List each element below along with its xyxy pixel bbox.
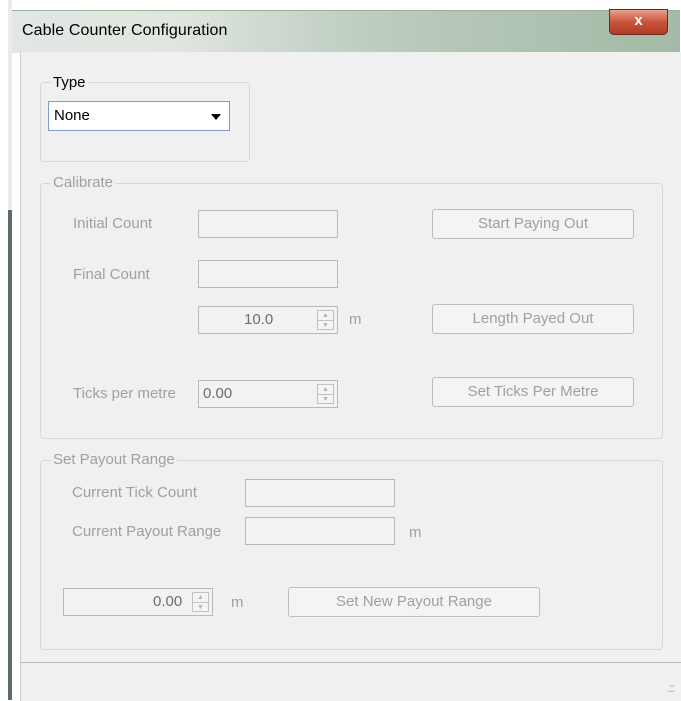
ticks-per-metre-label: Ticks per metre [73,385,176,402]
title-bar[interactable]: Cable Counter Configuration x [12,9,680,53]
length-value: 10.0 [244,311,274,328]
spin-up-icon[interactable]: ▲ [193,593,208,602]
spin-down-icon[interactable]: ▼ [318,320,333,330]
length-unit-label: m [349,311,362,328]
close-icon: x [634,12,643,29]
background-window-edge [0,0,12,700]
initial-count-field[interactable] [198,210,338,238]
close-button[interactable]: x [609,9,668,35]
type-group-label: Type [51,74,88,91]
new-payout-range-value: 0.00 [153,593,183,610]
type-dropdown-value: None [54,107,90,124]
window-title: Cable Counter Configuration [22,22,228,39]
spin-up-icon[interactable]: ▲ [318,311,333,320]
set-ticks-per-metre-button[interactable]: Set Ticks Per Metre [432,377,634,407]
resize-grip-icon[interactable]: .:: [667,681,675,695]
length-stepper[interactable]: 10.0 ▲ ▼ [198,306,338,334]
ticks-per-metre-stepper[interactable]: 0.00 ▲ ▼ [198,380,338,408]
final-count-label: Final Count [73,266,150,283]
current-payout-range-field[interactable] [245,517,395,545]
spin-down-icon[interactable]: ▼ [318,394,333,404]
status-bar: .:: [20,662,681,701]
ticks-spin-buttons[interactable]: ▲ ▼ [317,384,334,404]
initial-count-label: Initial Count [73,215,153,232]
start-paying-out-button[interactable]: Start Paying Out [432,209,634,239]
dialog-window: Cable Counter Configuration x Type None … [0,0,681,701]
ticks-per-metre-value: 0.00 [203,385,233,402]
final-count-field[interactable] [198,260,338,288]
current-tick-count-label: Current Tick Count [72,484,198,501]
current-payout-range-unit: m [409,524,422,541]
length-payed-out-button[interactable]: Length Payed Out [432,304,634,334]
set-new-payout-range-button[interactable]: Set New Payout Range [288,587,540,617]
calibrate-group-label: Calibrate [51,174,116,191]
payout-spin-buttons[interactable]: ▲ ▼ [192,592,209,612]
new-payout-range-stepper[interactable]: 0.00 ▲ ▼ [63,588,213,616]
chevron-down-icon [211,114,221,120]
payout-range-group-label: Set Payout Range [51,451,177,468]
length-spin-buttons[interactable]: ▲ ▼ [317,310,334,330]
current-payout-range-label: Current Payout Range [72,523,222,540]
spin-up-icon[interactable]: ▲ [318,385,333,394]
current-tick-count-field[interactable] [245,479,395,507]
spin-down-icon[interactable]: ▼ [193,602,208,612]
new-payout-range-unit: m [231,594,244,611]
type-dropdown[interactable]: None [48,101,230,131]
